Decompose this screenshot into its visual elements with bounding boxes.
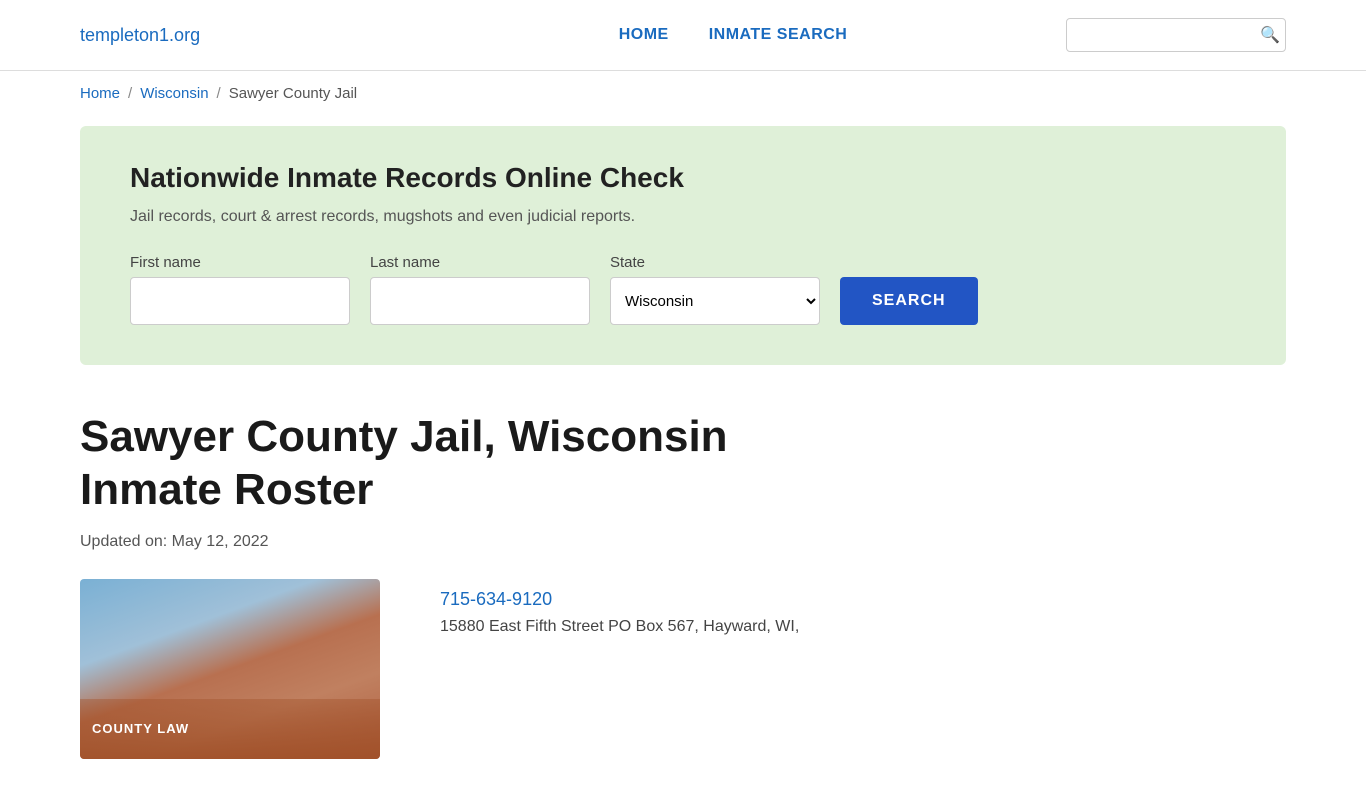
first-name-label: First name	[130, 254, 350, 271]
breadcrumb-sep-2: /	[217, 85, 221, 102]
last-name-label: Last name	[370, 254, 590, 271]
jail-image-overlay: COUNTY LAW	[80, 699, 380, 759]
updated-date: Updated on: May 12, 2022	[80, 533, 1286, 551]
last-name-input[interactable]	[370, 277, 590, 325]
nav-home[interactable]: HOME	[619, 26, 669, 44]
site-logo[interactable]: templeton1.org	[80, 25, 200, 46]
first-name-group: First name	[130, 254, 350, 325]
jail-image: COUNTY LAW	[80, 579, 380, 759]
nav-inmate-search[interactable]: INMATE SEARCH	[709, 26, 848, 44]
jail-phone: 715-634-9120	[440, 589, 799, 610]
state-label: State	[610, 254, 820, 271]
header-search-container: 🔍	[1066, 18, 1286, 52]
breadcrumb-home[interactable]: Home	[80, 85, 120, 102]
search-panel: Nationwide Inmate Records Online Check J…	[80, 126, 1286, 365]
search-panel-title: Nationwide Inmate Records Online Check	[130, 162, 1236, 194]
jail-info: 715-634-9120 15880 East Fifth Street PO …	[440, 579, 799, 636]
search-icon: 🔍	[1260, 25, 1280, 45]
jail-address: 15880 East Fifth Street PO Box 567, Hayw…	[440, 618, 799, 636]
breadcrumb: Home / Wisconsin / Sawyer County Jail	[0, 71, 1366, 116]
inmate-search-form: First name Last name State Wisconsin SEA…	[130, 254, 1236, 325]
main-content: Sawyer County Jail, Wisconsin Inmate Ros…	[0, 375, 1366, 789]
last-name-group: Last name	[370, 254, 590, 325]
header-search-input[interactable]	[1079, 27, 1260, 43]
bottom-section: COUNTY LAW 715-634-9120 15880 East Fifth…	[80, 579, 1286, 759]
first-name-input[interactable]	[130, 277, 350, 325]
jail-image-text: COUNTY LAW	[92, 721, 189, 736]
breadcrumb-current: Sawyer County Jail	[229, 85, 357, 102]
page-title: Sawyer County Jail, Wisconsin Inmate Ros…	[80, 411, 780, 517]
search-panel-subtitle: Jail records, court & arrest records, mu…	[130, 208, 1236, 226]
breadcrumb-sep-1: /	[128, 85, 132, 102]
state-select[interactable]: Wisconsin	[610, 277, 820, 325]
state-group: State Wisconsin	[610, 254, 820, 325]
site-header: templeton1.org HOME INMATE SEARCH 🔍	[0, 0, 1366, 71]
search-button[interactable]: SEARCH	[840, 277, 978, 325]
main-nav: HOME INMATE SEARCH	[619, 26, 848, 44]
breadcrumb-state[interactable]: Wisconsin	[140, 85, 208, 102]
